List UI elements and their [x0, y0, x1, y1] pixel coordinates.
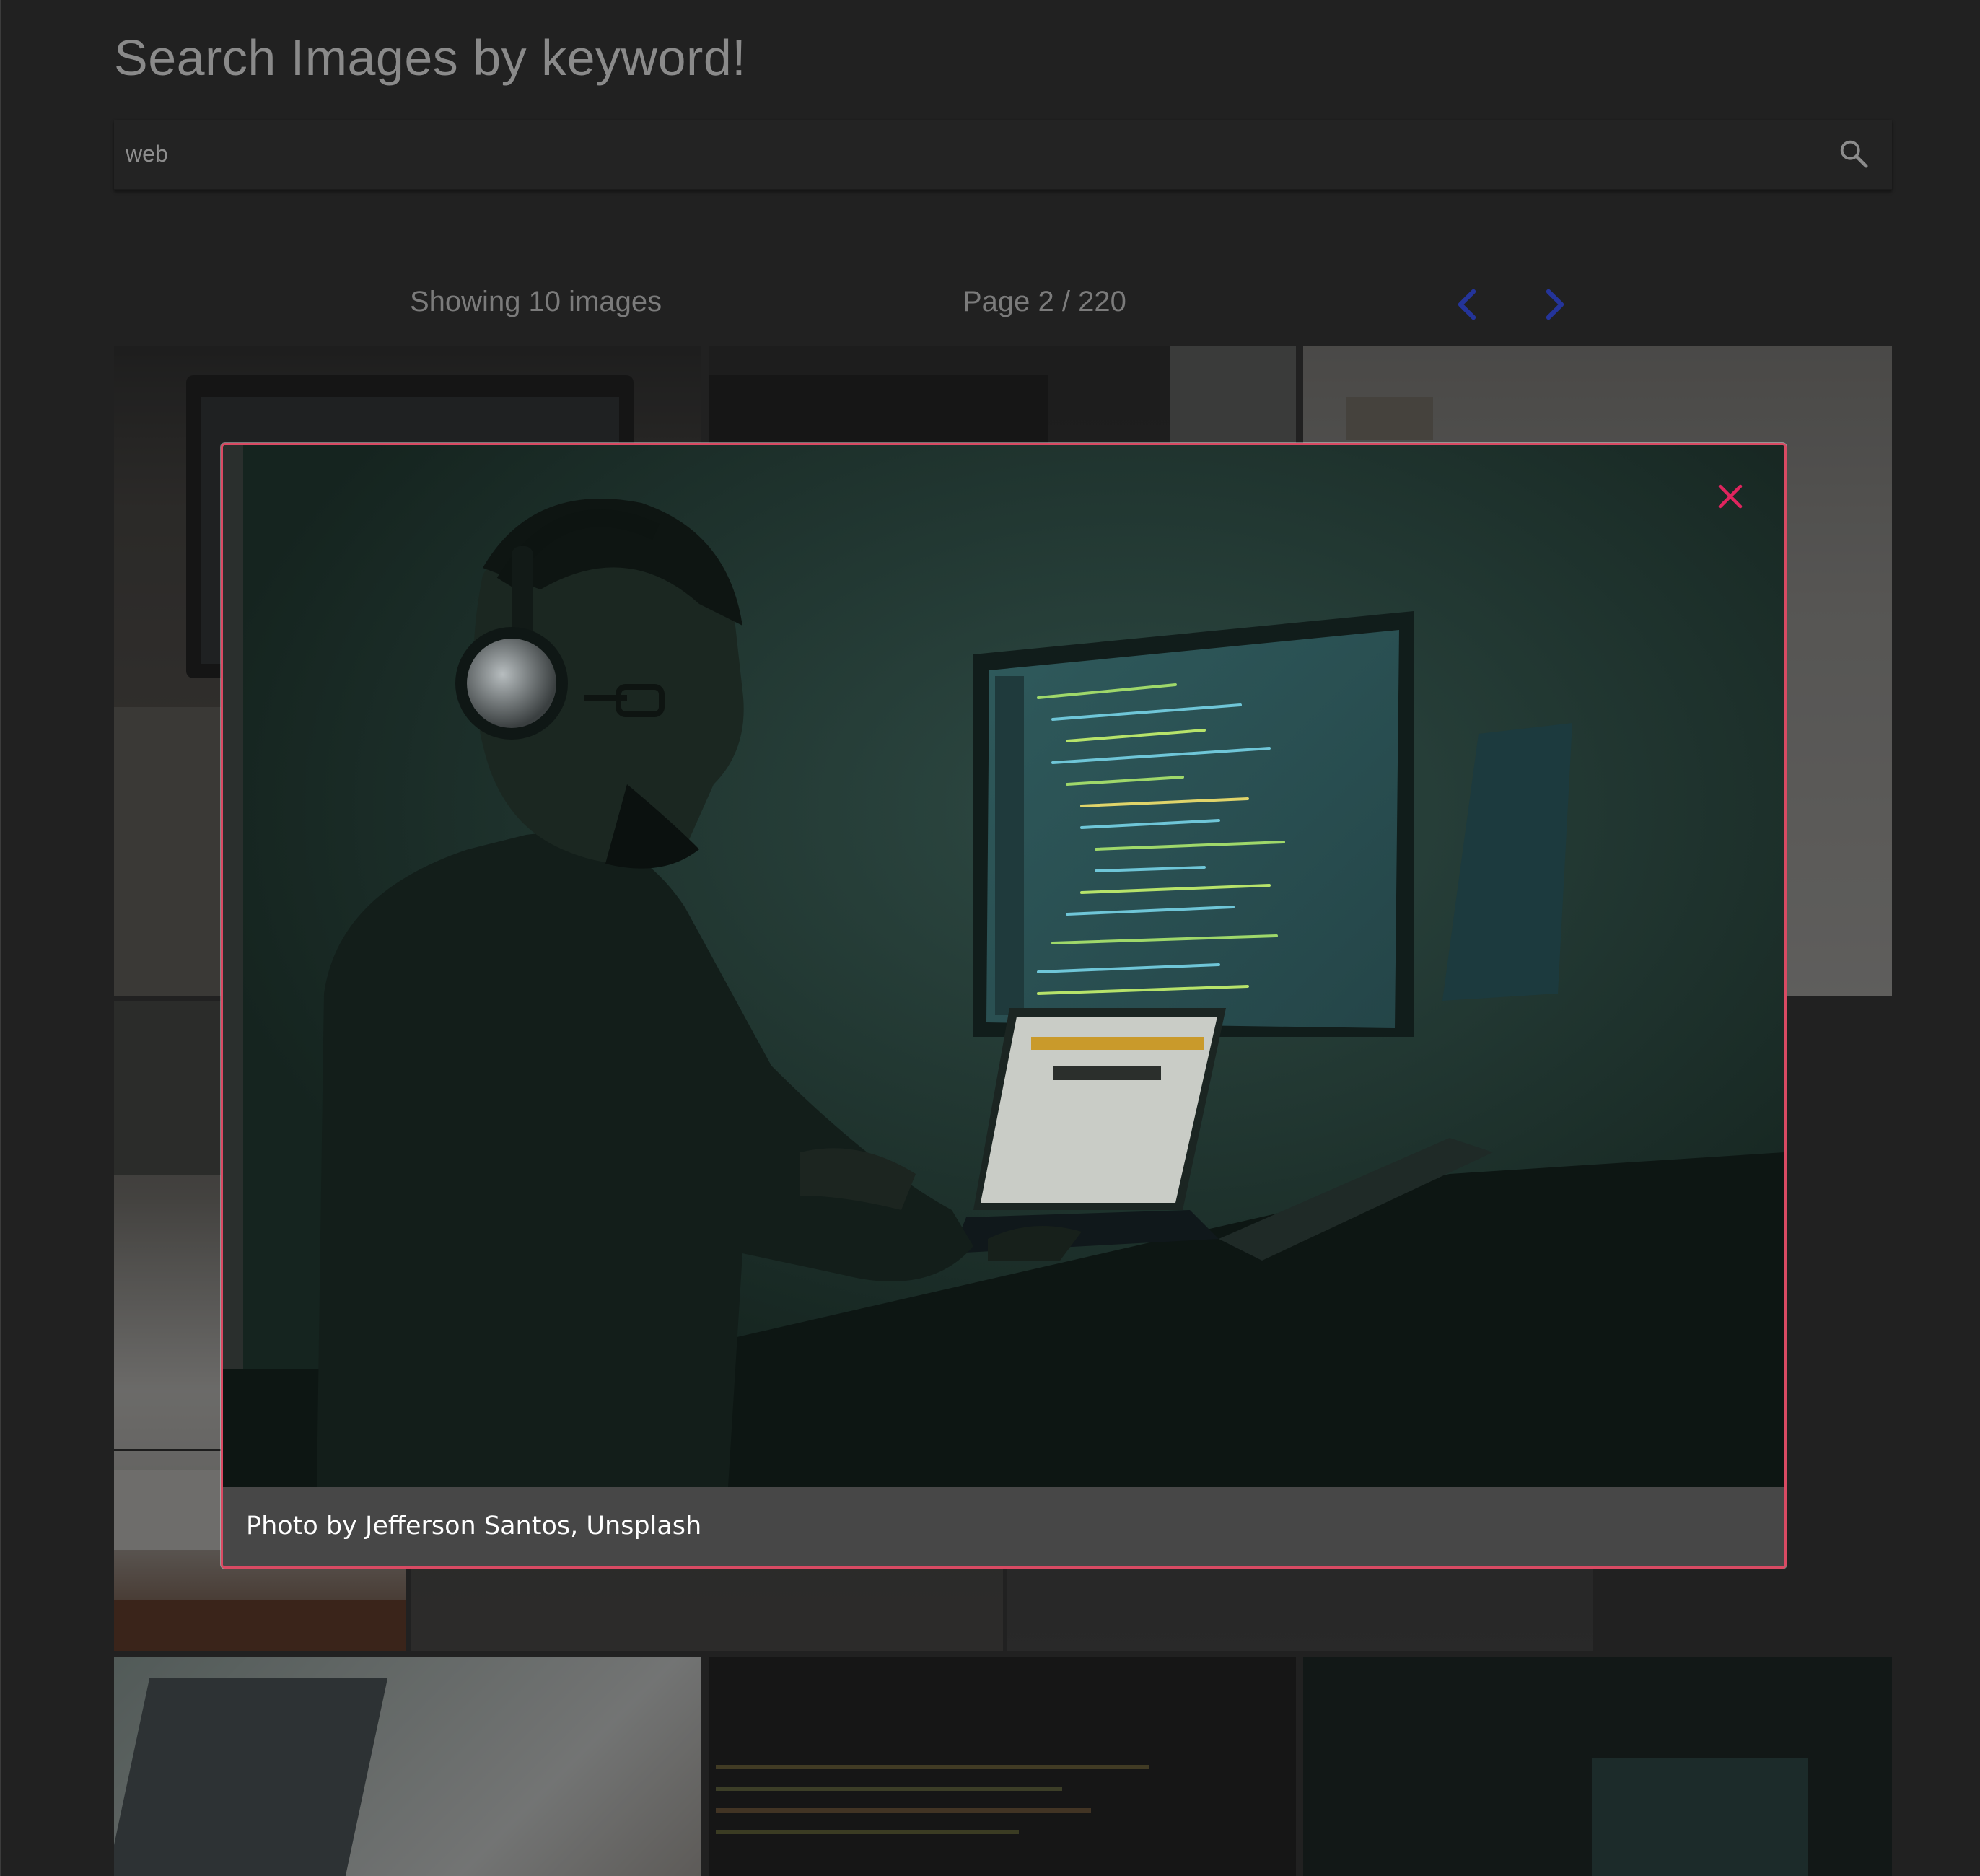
image-tile[interactable] — [114, 1657, 701, 1876]
photo-caption-bar: Photo by Jefferson Santos, Unsplash — [223, 1487, 1784, 1566]
search-icon[interactable] — [1837, 137, 1870, 170]
page-title: Search Images by keyword! — [114, 30, 747, 86]
modal-photo — [223, 445, 1784, 1487]
photo-caption: Photo by Jefferson Santos, Unsplash — [246, 1512, 702, 1540]
next-page-button[interactable] — [1540, 287, 1569, 322]
search-input[interactable] — [124, 134, 1787, 173]
chevron-left-icon — [1458, 289, 1476, 320]
results-count: Showing 10 images — [410, 286, 662, 317]
close-button[interactable] — [1715, 481, 1745, 512]
previous-page-button[interactable] — [1453, 287, 1482, 322]
page-indicator: Page 2 / 220 — [963, 286, 1126, 317]
close-icon — [1718, 484, 1743, 509]
image-modal: Photo by Jefferson Santos, Unsplash — [221, 443, 1787, 1569]
image-tile[interactable] — [1303, 1657, 1892, 1876]
search-bar — [114, 120, 1892, 190]
chevron-right-icon — [1546, 289, 1564, 320]
page-edge — [0, 0, 1, 1876]
image-tile[interactable] — [709, 1657, 1296, 1876]
